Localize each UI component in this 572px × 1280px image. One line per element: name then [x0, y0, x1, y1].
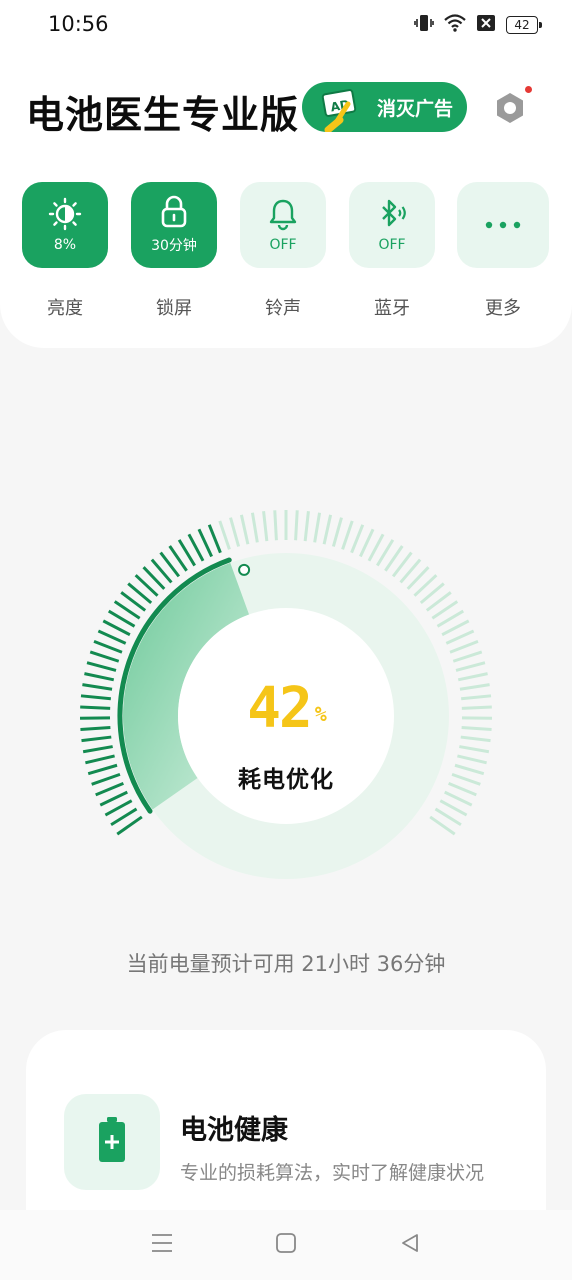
lock-icon [159, 195, 189, 229]
gauge-tick-inactive [459, 745, 490, 754]
back-icon [399, 1232, 421, 1258]
notification-dot [525, 86, 532, 93]
toggle-bluetooth-value: OFF [378, 237, 406, 253]
gauge-tick-active [207, 524, 222, 554]
toggle-bluetooth-label: 蓝牙 [374, 298, 410, 319]
toggle-brightness-value: 8% [53, 237, 77, 253]
gauge-tick-active [82, 745, 113, 754]
toggle-ringtone[interactable]: OFF [240, 182, 326, 268]
gauge-tick-inactive [262, 511, 269, 542]
bluetooth-icon [375, 197, 409, 231]
battery-estimate-text: 当前电量预计可用 21小时 36分钟 [126, 952, 446, 976]
toggle-lock-screen-label: 锁屏 [156, 298, 192, 319]
remove-ads-button[interactable]: AD 消灭广告 [302, 82, 467, 134]
gauge-tick-inactive [452, 650, 483, 663]
toggle-bluetooth[interactable]: OFF [349, 182, 435, 268]
system-nav-bar [0, 1210, 572, 1280]
battery-percent-symbol: % [314, 702, 327, 726]
no-sim-icon [476, 14, 496, 36]
gauge-knob [238, 563, 251, 576]
status-time: 10:56 [48, 12, 109, 36]
toggle-brightness[interactable]: 8% [22, 182, 108, 268]
more-icon [483, 208, 523, 242]
battery-percent-value: 42 [247, 676, 312, 741]
battery-status-icon: 42 [506, 16, 542, 34]
gauge-tick-inactive [449, 639, 479, 654]
nav-menu-button[interactable] [142, 1225, 182, 1265]
gauge-tick-inactive [350, 524, 365, 554]
gauge-tick-inactive [294, 510, 299, 541]
gauge-tick-inactive [303, 511, 310, 542]
toggle-more[interactable] [457, 182, 549, 268]
settings-button[interactable] [492, 90, 528, 126]
battery-health-icon-box [64, 1094, 160, 1190]
gauge-tick-inactive [250, 512, 259, 543]
battery-percent: 42% [0, 676, 572, 741]
gauge-tick-active [97, 629, 127, 645]
gauge-tick-active [86, 661, 117, 672]
gauge-tick-inactive [322, 514, 333, 545]
gauge-tick-inactive [445, 629, 475, 645]
toggle-brightness-label: 亮度 [47, 298, 83, 319]
battery-plus-icon [97, 1117, 127, 1167]
gauge-tick-active [197, 528, 213, 558]
nav-back-button[interactable] [390, 1225, 430, 1265]
toggle-more-label: 更多 [485, 298, 521, 319]
bell-icon [267, 197, 299, 231]
gauge-tick-inactive [341, 520, 354, 550]
brightness-icon [48, 197, 82, 231]
gauge-tick-inactive [313, 512, 322, 543]
gauge-tick-active [99, 790, 128, 807]
status-bar: 10:56 42 [0, 0, 572, 52]
gauge-tick-inactive [331, 517, 343, 547]
battery-health-description: 专业的损耗算法，实时了解健康状况 [180, 1162, 485, 1184]
menu-icon [151, 1233, 173, 1257]
home-icon [275, 1232, 297, 1258]
gauge-tick-inactive [229, 517, 241, 547]
gauge-tick-inactive [273, 510, 278, 541]
gauge-tick-inactive [218, 520, 231, 550]
gauge-tick-inactive [359, 528, 375, 558]
toggle-ringtone-label: 铃声 [265, 298, 301, 319]
toggle-lock-screen-value: 30分钟 [151, 238, 197, 254]
settings-icon [492, 93, 528, 130]
gauge-tick-inactive [239, 514, 250, 545]
gauge-tick-inactive [455, 661, 486, 672]
toggle-lock-screen[interactable]: 30分钟 [131, 182, 217, 268]
gauge-tick-active [89, 650, 120, 663]
app-title: 电池医生专业版 [26, 93, 300, 137]
status-icons: 42 [414, 14, 542, 36]
nav-home-button[interactable] [266, 1225, 306, 1265]
remove-ads-label: 消灭广告 [376, 97, 453, 120]
gauge-tick-active [93, 639, 123, 654]
battery-health-title: 电池健康 [180, 1115, 288, 1146]
toggle-ringtone-value: OFF [269, 237, 297, 253]
vibrate-icon [414, 14, 434, 36]
quick-toggle-row: 8% 亮度 30分钟 锁屏 OFF 铃声 OFF 蓝牙 更多 [22, 182, 550, 322]
gauge-tick-inactive [444, 790, 473, 807]
broom-icon: AD [314, 86, 370, 137]
optimize-label: 耗电优化 [238, 767, 334, 793]
wifi-icon [444, 14, 466, 36]
